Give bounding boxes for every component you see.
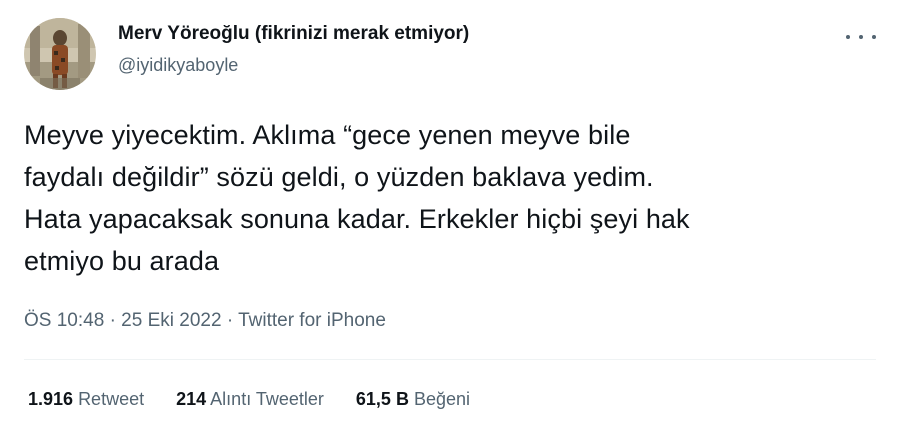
tweet-time: ÖS 10:48 <box>24 310 105 331</box>
likes-stat[interactable]: 61,5 B Beğeni <box>356 389 470 410</box>
tweet-time-link[interactable]: ÖS 10:48 · 25 Eki 2022 <box>24 310 222 331</box>
tweet-text-line: etmiyo bu arada <box>24 246 220 276</box>
quotes-count: 214 <box>176 389 207 409</box>
tweet-text: Meyve yiyecektim. Aklıma “gece yenen mey… <box>24 114 864 282</box>
tweet-source-link[interactable]: Twitter for iPhone <box>238 310 386 331</box>
more-horizontal-icon[interactable] <box>846 30 876 44</box>
author-name[interactable]: Merv Yöreoğlu (fikrinizi merak etmiyor) <box>118 23 469 45</box>
avatar[interactable] <box>24 18 96 90</box>
tweet-text-line: faydalı değildir” sözü geldi, o yüzden b… <box>24 162 654 192</box>
tweet-text-line: Hata yapacaksak sonuna kadar. Erkekler h… <box>24 204 690 234</box>
more-dot <box>846 35 850 39</box>
retweets-label: Retweet <box>78 389 145 409</box>
divider <box>24 359 876 360</box>
likes-count: 61,5 B <box>355 389 409 409</box>
tweet-stats: 1.916 Retweet 214 Alıntı Tweetler 61,5 B… <box>28 389 470 410</box>
quotes-stat[interactable]: 214 Alıntı Tweetler <box>176 389 324 410</box>
tweet-meta: ÖS 10:48 · 25 Eki 2022 · Twitter for iPh… <box>24 310 386 332</box>
retweets-count: 1.916 <box>28 389 74 409</box>
tweet-text-line: Meyve yiyecektim. Aklıma “gece yenen mey… <box>24 120 631 150</box>
tweet-date: 25 Eki 2022 <box>121 310 222 331</box>
author-handle[interactable]: @iyidikyaboyle <box>118 55 238 76</box>
quotes-label: Alıntı Tweetler <box>210 389 324 409</box>
tweet-card: Merv Yöreoğlu (fikrinizi merak etmiyor) … <box>0 0 898 435</box>
more-dot <box>872 35 876 39</box>
retweets-stat[interactable]: 1.916 Retweet <box>28 389 144 410</box>
more-dot <box>859 35 863 39</box>
avatar-image <box>24 18 96 90</box>
meta-separator: · <box>109 310 116 331</box>
likes-label: Beğeni <box>413 389 471 409</box>
meta-separator: · <box>226 310 234 331</box>
